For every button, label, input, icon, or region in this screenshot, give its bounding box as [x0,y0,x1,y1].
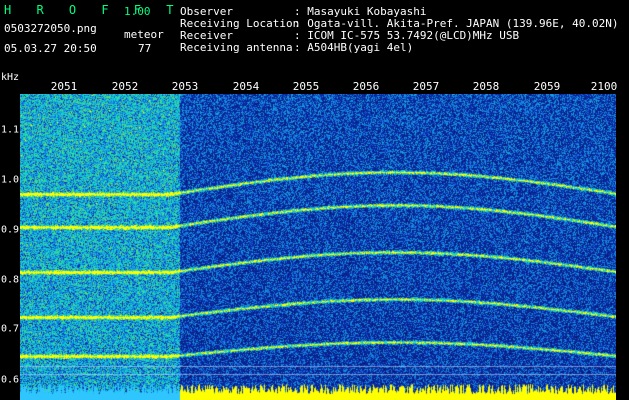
file-name: 0503272050.png [4,22,97,35]
time-tick-label: 2054 [232,80,260,93]
frequency-axis: kHz 1.1 1.0 0.9 0.8 0.7 0.6 [0,72,20,392]
time-tick-label: 2055 [292,80,320,93]
time-tick-label: 2058 [472,80,500,93]
time-tick-label: 2059 [533,80,561,93]
frequency-tick-label: 0.9 [1,224,20,236]
frequency-tick-label: 0.6 [1,374,20,386]
frequency-unit: kHz [1,72,20,83]
frequency-tick-label: 1.1 [1,124,20,136]
frequency-tick-label: 0.7 [1,323,20,335]
antenna-value: : A504HB(yagi 4el) [294,41,414,54]
echo-count: 77 [138,42,152,55]
frequency-tick-label: 1.0 [1,174,20,186]
frequency-tick-label: 0.8 [1,274,20,286]
time-tick-label: 2051 [50,80,78,93]
antenna-label: Receiving antenna [180,41,293,54]
spectrogram[interactable] [20,94,616,400]
time-tick-label: 2056 [352,80,380,93]
time-tick-label: 2052 [111,80,139,93]
time-axis: 2051 2052 2053 2054 2055 2056 2057 2058 2059 2100 [20,80,618,93]
app-version: 1.00 [124,5,151,18]
time-tick-label: 2057 [412,80,440,93]
time-tick-label: 2100 [590,80,618,93]
app-title: H R O F F T [4,3,183,17]
date-time: 05.03.27 20:50 [4,42,97,55]
time-tick-label: 2053 [171,80,199,93]
mode-label: meteor [124,28,164,41]
